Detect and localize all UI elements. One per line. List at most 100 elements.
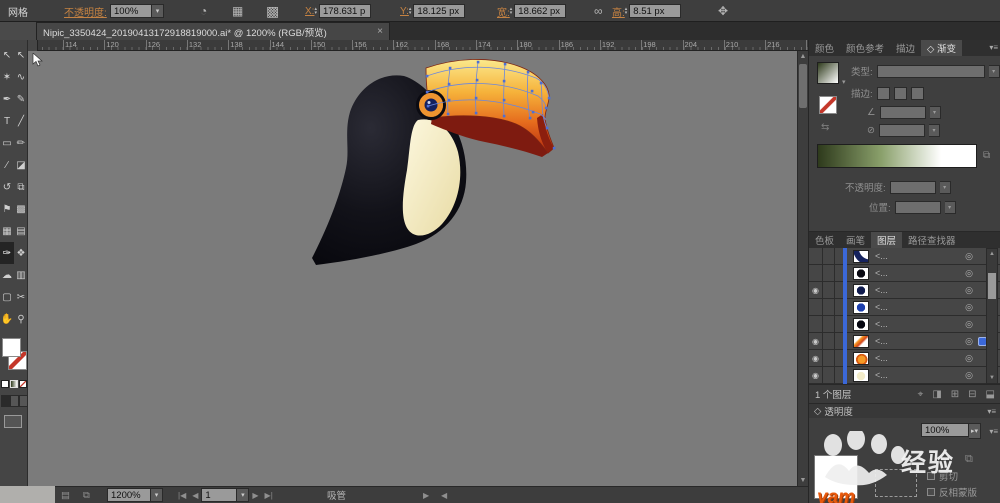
target-circle-icon[interactable]: ◎ [965, 251, 973, 262]
visibility-toggle-icon[interactable] [809, 298, 823, 316]
x-stepper[interactable]: ▴ ▾ [314, 7, 317, 16]
slice-tool[interactable]: ✂ [14, 286, 28, 308]
opacity-link[interactable]: 不透明度: [64, 0, 107, 22]
rotate-tool[interactable]: ↺ [0, 176, 14, 198]
location-input[interactable] [894, 200, 941, 214]
artboard-tool[interactable]: ▢ [0, 286, 14, 308]
artboard-dropdown-icon[interactable] [237, 488, 250, 502]
draw-inside-button[interactable] [19, 395, 28, 407]
pencil-tool[interactable]: ∕ [0, 154, 14, 176]
gradient-fill-thumbnail[interactable] [817, 62, 839, 84]
stop-opacity-dropdown-icon[interactable] [939, 180, 951, 194]
zoom-dropdown-icon[interactable] [151, 488, 163, 502]
delete-layer-icon[interactable]: ⬓ [986, 389, 995, 400]
layer-row[interactable]: <... ◎ [809, 264, 1000, 282]
target-circle-icon[interactable]: ◎ [965, 353, 973, 364]
stroke-along-button[interactable] [893, 86, 907, 100]
symbol-sprayer-tool[interactable]: ☁ [0, 264, 14, 286]
layers-scroll-down-icon[interactable]: ▼ [987, 373, 997, 383]
gradient-thumb-dropdown-icon[interactable]: ▾ [842, 78, 846, 86]
layer-row[interactable]: <... ◎ [809, 247, 1000, 265]
target-circle-icon[interactable]: ◎ [965, 336, 973, 347]
layer-row[interactable]: ◉ <... ◎ [809, 366, 1000, 384]
target-circle-icon[interactable]: ◎ [965, 285, 973, 296]
gradient-slider[interactable] [817, 144, 977, 168]
layer-row[interactable]: ◉ <... ◎ [809, 349, 1000, 367]
transparency-opacity-dropdown-icon[interactable]: ▸ [969, 423, 981, 439]
close-tab-icon[interactable]: × [377, 26, 383, 37]
visibility-toggle-icon[interactable]: ◉ [809, 281, 823, 299]
height-label[interactable]: 高: [612, 4, 625, 19]
layer-row[interactable]: ◉ <... ◎ [809, 281, 1000, 299]
blend-tool[interactable]: ❖ [14, 242, 28, 264]
type-tool[interactable]: T [0, 110, 14, 132]
tab-颜色参考[interactable]: 颜色参考 [840, 40, 890, 56]
selection-tool[interactable]: ↖ [14, 44, 28, 66]
y-input[interactable]: 18.125 px [413, 4, 466, 18]
draw-normal-button[interactable] [1, 395, 10, 407]
layer-row[interactable]: ◉ <... ◎ [809, 332, 1000, 350]
target-circle-icon[interactable]: ◎ [965, 319, 973, 330]
artboard-number-input[interactable]: 1 [201, 488, 238, 502]
zoom-tool[interactable]: ⚲ [14, 308, 28, 330]
opacity-dropdown-icon[interactable] [152, 4, 164, 18]
free-transform-tool[interactable]: ▩ [14, 198, 28, 220]
scroll-down-icon[interactable]: ▼ [798, 475, 808, 486]
clip-checkbox[interactable] [927, 472, 935, 480]
prev-artboard-icon[interactable]: ◀ [189, 491, 201, 500]
gradient-button[interactable] [10, 380, 18, 388]
visibility-toggle-icon[interactable] [809, 247, 823, 265]
lock-column[interactable] [823, 332, 835, 350]
visibility-toggle-icon[interactable] [809, 264, 823, 282]
layers-scroll-up-icon[interactable]: ▲ [987, 249, 997, 259]
vertical-scroll-thumb[interactable] [799, 64, 807, 108]
lock-column[interactable] [823, 281, 835, 299]
stop-opacity-input[interactable] [889, 180, 936, 194]
hscroll-right-icon[interactable]: ▶ [423, 487, 429, 503]
layer-row[interactable]: <... ◎ [809, 315, 1000, 333]
stroke-across-button[interactable] [910, 86, 924, 100]
tab-描边[interactable]: 描边 [890, 40, 921, 56]
paintbrush-tool[interactable]: ✏ [14, 132, 28, 154]
invert-mask-checkbox[interactable] [927, 488, 935, 496]
type-dropdown-icon[interactable] [988, 64, 1000, 78]
hscroll-left-icon[interactable]: ◀ [441, 487, 447, 503]
lock-column[interactable] [823, 247, 835, 265]
lock-column[interactable] [823, 349, 835, 367]
eraser-tool[interactable]: ◪ [14, 154, 28, 176]
curvature-tool[interactable]: ✎ [14, 88, 28, 110]
target-circle-icon[interactable]: ◎ [965, 370, 973, 381]
tab-图层[interactable]: 图层 [871, 232, 903, 248]
x-label[interactable]: X: [305, 6, 314, 17]
locate-object-icon[interactable]: ⌖ [918, 389, 924, 400]
layers-scroll-thumb[interactable] [988, 273, 996, 299]
sphere-icon[interactable]: ◔ [200, 0, 207, 22]
visibility-toggle-icon[interactable] [809, 315, 823, 333]
scroll-up-icon[interactable]: ▲ [798, 51, 808, 62]
tab-色板[interactable]: 色板 [809, 232, 840, 248]
none-button[interactable] [19, 380, 27, 388]
line-segment-tool[interactable]: ╱ [14, 110, 28, 132]
visibility-toggle-icon[interactable]: ◉ [809, 349, 823, 367]
canvas-area[interactable]: 114 120 126 132 138 144 150 156 162 168 174 180 186 1… [28, 40, 808, 486]
eyedropper-tool[interactable]: ✑ [0, 242, 14, 264]
invert-mask-checkbox-row[interactable]: 反相蒙版 [927, 485, 977, 499]
status-icon-2[interactable]: ⧉ [83, 487, 90, 503]
clip-checkbox-row[interactable]: 剪切 [927, 469, 958, 483]
width-label[interactable]: 宽: [497, 4, 510, 19]
fill-color-swatch[interactable] [2, 338, 21, 357]
collapse-diamond-icon[interactable]: ◇ [814, 406, 821, 417]
y-label[interactable]: Y: [400, 6, 409, 17]
mesh-tool[interactable]: ▦ [0, 220, 14, 242]
toucan-artwork[interactable] [300, 58, 556, 268]
pen-tool[interactable]: ✒ [0, 88, 14, 110]
visibility-toggle-icon[interactable]: ◉ [809, 332, 823, 350]
aspect-ratio-input[interactable] [878, 124, 925, 137]
type-select[interactable] [876, 64, 985, 78]
lock-column[interactable] [823, 315, 835, 333]
aspect-dropdown-icon[interactable] [928, 124, 940, 137]
tab-路径查找器[interactable]: 路径查找器 [902, 232, 962, 248]
artboard-view[interactable] [28, 51, 797, 486]
transparency-artwork-thumbnail[interactable] [814, 455, 858, 499]
gradient-annotator-icon[interactable]: ⧉ [983, 150, 990, 161]
